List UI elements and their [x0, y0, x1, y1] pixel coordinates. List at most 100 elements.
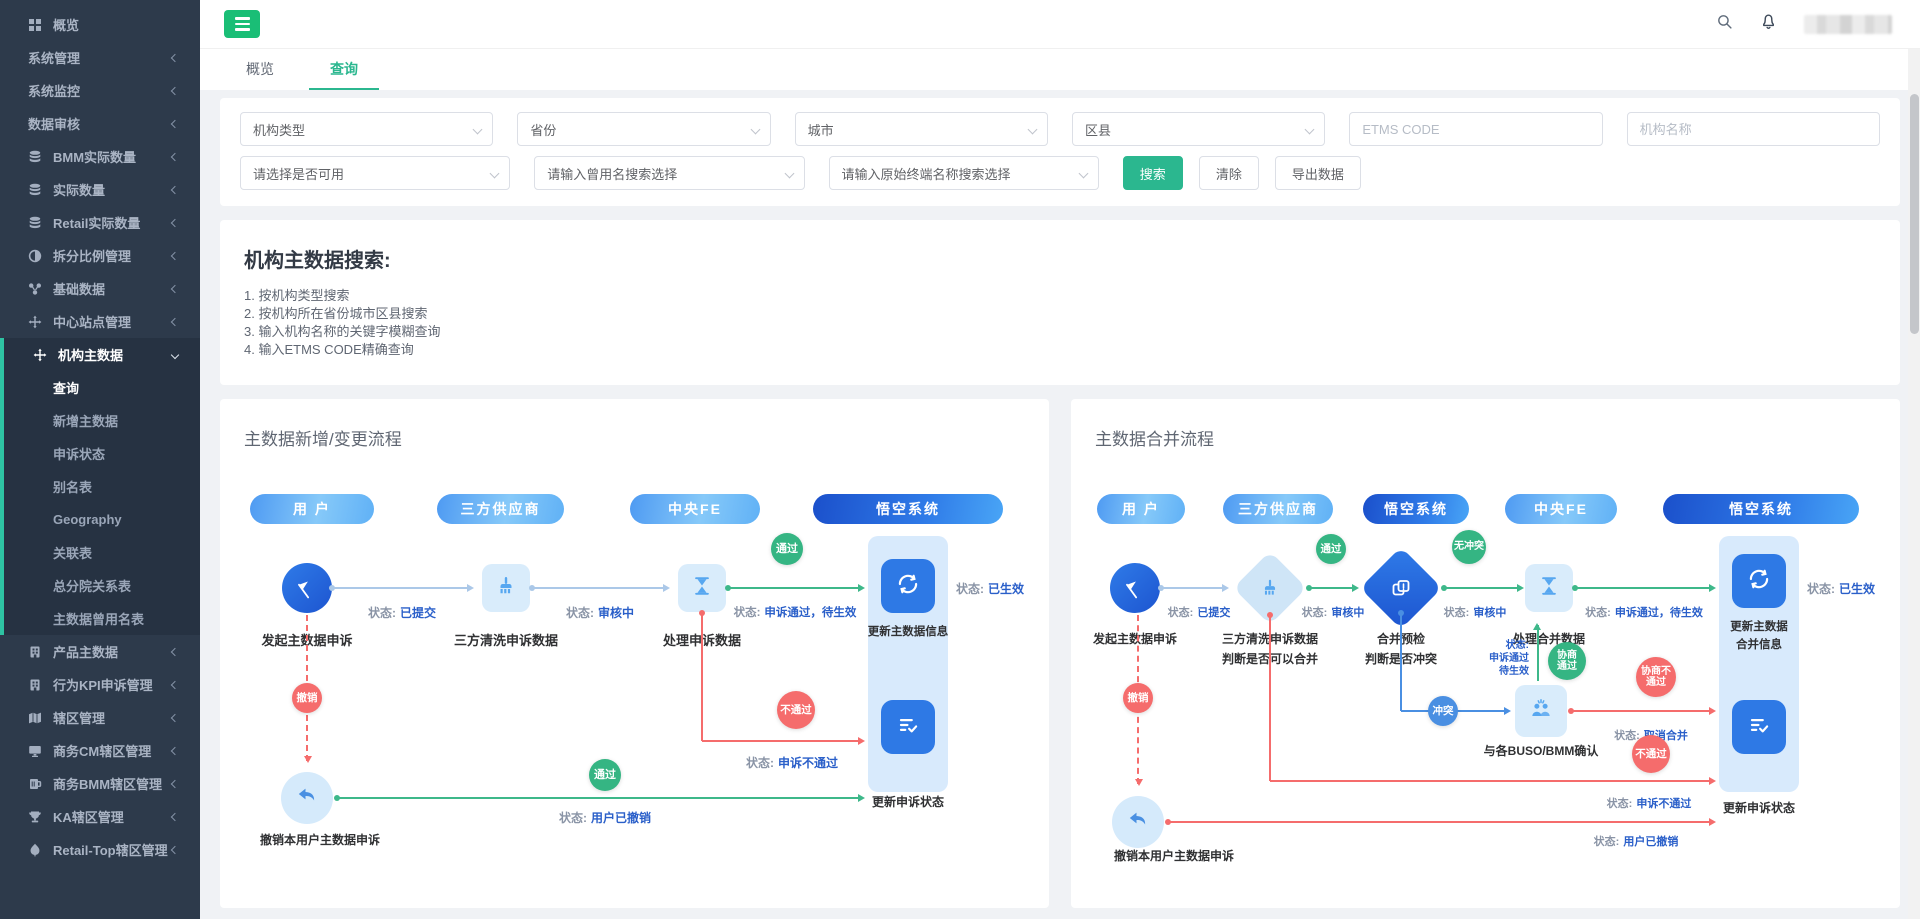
- database-icon: [28, 183, 44, 197]
- move-icon: [33, 348, 49, 362]
- sidebar-item-kpi-appeal[interactable]: 行为KPI申诉管理: [0, 668, 200, 701]
- sidebar-subitem-former-name-table[interactable]: 主数据曾用名表: [0, 602, 200, 635]
- org-name-input[interactable]: [1640, 122, 1867, 137]
- chevron-left-icon: [171, 845, 179, 853]
- district-select[interactable]: 区县: [1072, 112, 1325, 146]
- sidebar-item-retail-qty[interactable]: Retail实际数量: [0, 206, 200, 239]
- etms-code-input[interactable]: [1362, 122, 1589, 137]
- chevron-down-icon: [490, 169, 500, 179]
- sidebar-item-org-masterdata[interactable]: 机构主数据: [0, 338, 200, 371]
- content-area: 机构类型 省份 城市 区县 请选择是否可用 请输入曾用名搜索选择 请输入原始终端…: [200, 90, 1920, 919]
- undo-node: [1112, 796, 1164, 848]
- sidebar-item-overview[interactable]: 概览: [0, 8, 200, 41]
- nego-fail-arrow: [1571, 710, 1714, 712]
- export-data-button[interactable]: 导出数据: [1275, 156, 1361, 190]
- sidebar-item-center-site[interactable]: 中心站点管理: [0, 305, 200, 338]
- lane-pill-user: 用 户: [1097, 494, 1185, 524]
- chevron-down-icon: [784, 169, 794, 179]
- tab-overview[interactable]: 概览: [225, 49, 295, 90]
- sidebar-item-region-mgmt[interactable]: 辖区管理: [0, 701, 200, 734]
- search-button[interactable]: 搜索: [1123, 156, 1183, 190]
- sidebar-item-label: 系统监控: [28, 81, 80, 100]
- chevron-down-icon: [1305, 125, 1315, 135]
- scrollbar-track: [1908, 49, 1920, 919]
- sidebar-item-retail-top-region[interactable]: Retail-Top辖区管理: [0, 833, 200, 866]
- node-label: 更新申诉状态: [1723, 799, 1795, 816]
- mini-status-text: 状态:申诉通过待生效: [1451, 639, 1529, 678]
- availability-select[interactable]: 请选择是否可用: [240, 156, 510, 190]
- org-name-field[interactable]: [1627, 112, 1880, 146]
- sidebar-item-base-data[interactable]: 基础数据: [0, 272, 200, 305]
- nego-pass-up-arrow: [1537, 625, 1539, 681]
- hamburger-menu-button[interactable]: [224, 10, 260, 38]
- city-select[interactable]: 城市: [795, 112, 1048, 146]
- sidebar-item-data-audit[interactable]: 数据审核: [0, 107, 200, 140]
- sidebar-item-label: 商务BMM辖区管理: [53, 774, 162, 793]
- flow-arrow-pass: [1575, 587, 1714, 589]
- sidebar-item-label: 系统管理: [28, 48, 80, 67]
- scrollbar-thumb[interactable]: [1910, 94, 1919, 334]
- sidebar-item-label: KA辖区管理: [53, 807, 124, 826]
- search-help-item: 1. 按机构类型搜索: [244, 287, 1876, 305]
- flow-arrow-noconflict: [1444, 587, 1522, 589]
- chevron-left-icon: [171, 812, 179, 820]
- bell-icon[interactable]: [1759, 12, 1778, 36]
- noconflict-badge: 无冲突: [1452, 530, 1486, 564]
- fail-line: [1269, 615, 1271, 781]
- sidebar-item-split-ratio[interactable]: 拆分比例管理: [0, 239, 200, 272]
- sidebar-item-cm-region[interactable]: 商务CM辖区管理: [0, 734, 200, 767]
- status-text: 状态:已提交: [368, 604, 436, 621]
- sidebar-group-org-masterdata: 机构主数据 查询 新增主数据 申诉状态 别名表 Geography 关联表 总分…: [0, 338, 200, 635]
- people-icon: [1528, 696, 1554, 727]
- chevron-down-icon: [171, 350, 179, 358]
- chevron-left-icon: [171, 647, 179, 655]
- chevron-left-icon: [171, 317, 179, 325]
- database-icon: [28, 216, 44, 230]
- sidebar-subitem-relation-table[interactable]: 关联表: [0, 536, 200, 569]
- sidebar-item-bmm-region[interactable]: 商务BMM辖区管理: [0, 767, 200, 800]
- move-icon: [28, 315, 44, 329]
- sidebar-subitem-query[interactable]: 查询: [0, 371, 200, 404]
- sidebar-item-product-masterdata[interactable]: 产品主数据: [0, 635, 200, 668]
- undo-icon: [295, 784, 319, 813]
- sidebar-item-actual-qty[interactable]: 实际数量: [0, 173, 200, 206]
- chevron-left-icon: [171, 86, 179, 94]
- chevron-down-icon: [1028, 125, 1038, 135]
- sidebar-subitem-appeal-status[interactable]: 申诉状态: [0, 437, 200, 470]
- tab-query[interactable]: 查询: [309, 49, 379, 90]
- undo-icon: [1126, 808, 1150, 837]
- clear-button[interactable]: 清除: [1199, 156, 1259, 190]
- user-name-blurred[interactable]: [1804, 15, 1892, 34]
- nego-pass-badge: 协商通过: [1548, 642, 1586, 680]
- fail-line: [701, 613, 703, 741]
- flow-arrow-pass: [728, 587, 863, 589]
- status-text: 状态:用户已撤销: [559, 809, 651, 826]
- broom-node: [482, 564, 530, 612]
- sidebar-item-system-monitor[interactable]: 系统监控: [0, 74, 200, 107]
- sidebar-subitem-alias-table[interactable]: 别名表: [0, 470, 200, 503]
- search-icon[interactable]: [1716, 13, 1733, 35]
- chevron-left-icon: [171, 119, 179, 127]
- filter-card: 机构类型 省份 城市 区县 请选择是否可用 请输入曾用名搜索选择 请输入原始终端…: [220, 98, 1900, 206]
- pass-badge: 通过: [1316, 534, 1346, 564]
- sidebar-item-label: 商务CM辖区管理: [53, 741, 151, 760]
- org-type-select[interactable]: 机构类型: [240, 112, 493, 146]
- sidebar-item-bmm-qty[interactable]: BMM实际数量: [0, 140, 200, 173]
- sidebar-subitem-hq-branch-table[interactable]: 总分院关系表: [0, 569, 200, 602]
- chevron-down-icon: [750, 125, 760, 135]
- lane-pill-central-fe: 中央FE: [1505, 494, 1617, 524]
- former-name-select[interactable]: 请输入曾用名搜索选择: [534, 156, 804, 190]
- sidebar-subitem-geography[interactable]: Geography: [0, 503, 200, 536]
- flow-panel-title: 主数据新增/变更流程: [244, 425, 402, 450]
- etms-code-field[interactable]: [1349, 112, 1602, 146]
- terminal-name-select[interactable]: 请输入原始终端名称搜索选择: [829, 156, 1099, 190]
- conflict-badge: 冲突: [1428, 696, 1458, 726]
- sidebar-item-system-mgmt[interactable]: 系统管理: [0, 41, 200, 74]
- sidebar-subitem-new-masterdata[interactable]: 新增主数据: [0, 404, 200, 437]
- node-label: 撤销本用户主数据申诉: [260, 831, 380, 848]
- lane-pill-wukong: 悟空系统: [1663, 494, 1859, 524]
- node-label: 三方清洗申诉数据: [454, 630, 558, 649]
- revoke-badge: 撤销: [1123, 683, 1153, 713]
- province-select[interactable]: 省份: [517, 112, 770, 146]
- sidebar-item-ka-region[interactable]: KA辖区管理: [0, 800, 200, 833]
